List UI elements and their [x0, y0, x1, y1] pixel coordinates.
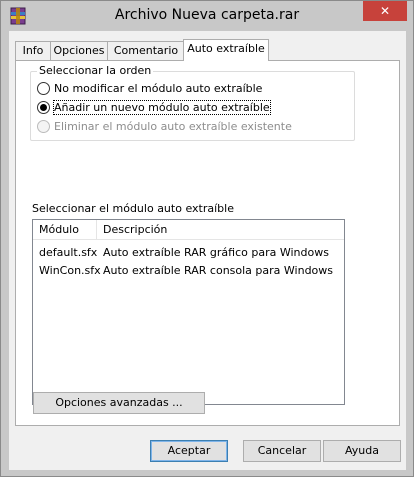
module-name: default.sfx [39, 246, 98, 259]
group-legend: Seleccionar la orden [37, 64, 154, 77]
radio-label[interactable]: No modificar el módulo auto extraíble [54, 82, 262, 95]
ok-button[interactable]: Aceptar [150, 440, 228, 462]
radio-label: Eliminar el módulo auto extraíble existe… [54, 119, 292, 133]
radio-button-disabled [37, 119, 50, 133]
list-item[interactable]: default.sfx Auto extraíble RAR gráfico p… [33, 244, 344, 262]
list-header: Módulo Descripción [33, 220, 344, 240]
advanced-options-button[interactable]: Opciones avanzadas ... [33, 392, 205, 414]
close-icon: ✕ [379, 4, 391, 18]
tab-auto-extraible[interactable]: Auto extraíble [183, 39, 269, 61]
list-item[interactable]: WinCon.sfx Auto extraíble RAR consola pa… [33, 262, 344, 280]
cancel-button[interactable]: Cancelar [243, 440, 321, 462]
close-button[interactable]: ✕ [363, 1, 407, 21]
title-bar[interactable]: Archivo Nueva carpeta.rar ✕ [1, 1, 413, 31]
radio-anadir[interactable]: Añadir un nuevo módulo auto extraíble [37, 99, 271, 115]
module-name: WinCon.sfx [39, 264, 101, 277]
tab-comentario[interactable]: Comentario [107, 41, 185, 60]
tab-info[interactable]: Info [15, 41, 51, 60]
window-title: Archivo Nueva carpeta.rar [114, 7, 300, 23]
module-description: Auto extraíble RAR consola para Windows [103, 264, 334, 277]
dialog-window: Archivo Nueva carpeta.rar ✕ Info Opcione… [0, 0, 414, 477]
column-separator[interactable] [96, 220, 97, 240]
column-header-modulo[interactable]: Módulo [39, 223, 79, 236]
winrar-archive-icon [9, 7, 27, 25]
tab-opciones[interactable]: Opciones [50, 41, 108, 60]
tab-panel-auto-extraible: Seleccionar la orden No modificar el mód… [15, 60, 400, 426]
order-groupbox: Seleccionar la orden No modificar el mód… [30, 64, 355, 141]
radio-button-checked[interactable] [37, 100, 50, 114]
radio-button[interactable] [37, 81, 50, 95]
module-description: Auto extraíble RAR gráfico para Windows [103, 246, 329, 259]
column-header-descripcion[interactable]: Descripción [103, 223, 167, 236]
help-button[interactable]: Ayuda [323, 440, 401, 462]
radio-eliminar: Eliminar el módulo auto extraíble existe… [37, 118, 292, 134]
module-list-label: Seleccionar el módulo auto extraíble [32, 202, 234, 215]
dialog-client-area: Info Opciones Comentario Auto extraíble … [9, 31, 406, 470]
module-listview[interactable]: Módulo Descripción default.sfx Auto extr… [32, 219, 345, 405]
radio-label[interactable]: Añadir un nuevo módulo auto extraíble [53, 99, 271, 115]
radio-no-modificar[interactable]: No modificar el módulo auto extraíble [37, 80, 262, 96]
